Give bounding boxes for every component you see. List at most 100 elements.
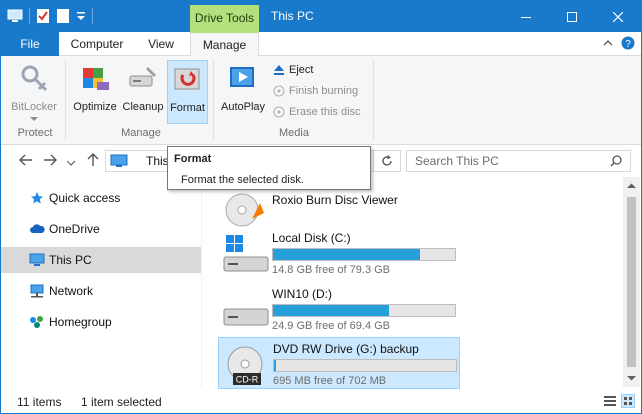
search-box[interactable]: Search This PC xyxy=(406,150,631,172)
ribbon-group-divider xyxy=(373,60,374,140)
nav-item-network[interactable]: Network xyxy=(1,278,201,304)
tab-view[interactable]: View xyxy=(135,32,187,56)
bitlocker-button[interactable]: BitLocker xyxy=(7,60,61,124)
nav-item-label: Quick access xyxy=(49,191,121,205)
erase-disc-icon xyxy=(273,106,285,118)
autoplay-label: AutoPlay xyxy=(220,101,266,113)
maximize-button[interactable] xyxy=(549,1,595,32)
cleanup-label: Cleanup xyxy=(122,101,164,113)
drive-free-space: 24.9 GB free of 69.4 GB xyxy=(272,320,391,332)
nav-item-this-pc[interactable]: This PC xyxy=(1,247,201,273)
forward-button[interactable] xyxy=(43,153,57,169)
collapse-ribbon-icon[interactable] xyxy=(603,39,613,47)
drive-usage-bar xyxy=(272,248,456,261)
this-pc-icon[interactable] xyxy=(7,9,23,23)
nav-item-onedrive[interactable]: OneDrive xyxy=(1,216,201,242)
computer-icon xyxy=(29,252,45,268)
tiles-view-icon[interactable] xyxy=(621,394,635,408)
ribbon-controls: ? xyxy=(603,36,635,50)
tooltip-title: Format xyxy=(174,153,212,165)
group-label-protect: Protect xyxy=(17,127,53,139)
close-icon xyxy=(613,11,623,22)
help-icon[interactable]: ? xyxy=(621,36,635,50)
details-view-icon[interactable] xyxy=(603,394,617,408)
properties-icon[interactable] xyxy=(36,8,50,24)
eject-button[interactable]: Eject xyxy=(273,60,313,80)
this-pc-icon xyxy=(110,154,128,167)
close-button[interactable] xyxy=(595,1,641,32)
drive-item-win10-d[interactable]: WIN10 (D:) 24.9 GB free of 69.4 GB xyxy=(218,283,460,335)
optimize-label: Optimize xyxy=(73,101,117,113)
refresh-button[interactable] xyxy=(373,150,401,172)
erase-disc-button[interactable]: Erase this disc xyxy=(273,102,361,122)
customize-dropdown-icon[interactable] xyxy=(76,11,86,21)
drive-name: DVD RW Drive (G:) backup xyxy=(273,342,419,356)
star-icon xyxy=(29,190,45,206)
drive-usage-fill xyxy=(273,249,421,260)
up-button[interactable] xyxy=(87,153,99,170)
ribbon-tabs: File Computer View Manage ? xyxy=(1,32,641,57)
format-button[interactable]: Format xyxy=(167,60,208,124)
cd-r-disc-icon: CD-R xyxy=(227,346,263,385)
drive-usage-bar xyxy=(273,359,457,372)
nav-item-label: Network xyxy=(49,284,94,298)
optimize-button[interactable]: Optimize xyxy=(71,60,119,124)
search-icon xyxy=(610,155,622,167)
ribbon: BitLocker Optimize Cleanup Format AutoPl… xyxy=(1,56,641,145)
chevron-down-icon xyxy=(66,160,76,166)
toolbar-divider xyxy=(92,8,93,24)
format-label: Format xyxy=(170,102,205,114)
search-placeholder: Search This PC xyxy=(415,154,499,168)
explorer-window: Drive Tools This PC File Computer View M… xyxy=(0,0,642,414)
nav-item-label: OneDrive xyxy=(49,222,100,236)
tooltip-description: Format the selected disk. xyxy=(181,174,304,186)
drive-usage-bar xyxy=(272,304,456,317)
toolbar-divider xyxy=(29,8,30,24)
autoplay-button[interactable]: AutoPlay xyxy=(218,60,268,124)
bitlocker-key-icon xyxy=(21,65,48,92)
scrollbar-thumb[interactable] xyxy=(627,197,636,367)
group-label-media: Media xyxy=(279,127,309,139)
refresh-icon xyxy=(382,155,392,166)
drive-free-space: 14.8 GB free of 79.3 GB xyxy=(272,264,391,276)
recent-locations-button[interactable] xyxy=(66,153,76,169)
hard-drive-icon xyxy=(223,308,269,326)
scroll-up-icon[interactable] xyxy=(627,183,636,189)
homegroup-icon xyxy=(29,314,45,330)
maximize-icon xyxy=(567,11,577,22)
autoplay-icon xyxy=(230,67,254,87)
back-arrow-icon xyxy=(19,154,32,166)
status-item-count: 11 items xyxy=(17,395,62,409)
ribbon-group-divider xyxy=(213,60,214,140)
bitlocker-dropdown-icon xyxy=(30,117,38,121)
new-folder-icon[interactable] xyxy=(56,8,70,24)
drive-item-dvd-rw-g[interactable]: CD-R DVD RW Drive (G:) backup 695 MB fre… xyxy=(218,337,460,389)
drive-item-local-disk-c[interactable]: Local Disk (C:) 14.8 GB free of 79.3 GB xyxy=(218,227,460,279)
erase-disc-label: Erase this disc xyxy=(289,106,361,118)
vertical-scrollbar[interactable] xyxy=(623,177,640,387)
status-bar: 11 items 1 item selected xyxy=(1,391,641,413)
tab-manage[interactable]: Manage xyxy=(190,32,259,57)
drive-free-space: 695 MB free of 702 MB xyxy=(273,375,387,387)
finish-burning-button[interactable]: Finish burning xyxy=(273,81,358,101)
minimize-icon xyxy=(521,16,531,18)
nav-item-label: Homegroup xyxy=(49,315,112,329)
finish-burning-label: Finish burning xyxy=(289,85,359,97)
svg-text:?: ? xyxy=(625,39,631,50)
status-selection: 1 item selected xyxy=(81,395,162,409)
tab-computer[interactable]: Computer xyxy=(63,32,131,56)
scroll-down-icon[interactable] xyxy=(627,375,636,381)
optimize-icon xyxy=(83,68,109,90)
quick-access-toolbar xyxy=(7,8,93,24)
tab-file[interactable]: File xyxy=(1,32,59,56)
bitlocker-label: BitLocker xyxy=(11,101,57,113)
format-icon xyxy=(174,68,199,90)
view-switcher xyxy=(603,394,635,408)
cleanup-button[interactable]: Cleanup xyxy=(121,60,165,124)
ribbon-group-divider xyxy=(65,60,66,140)
drive-usage-fill xyxy=(274,360,276,371)
back-button[interactable] xyxy=(19,153,33,169)
minimize-button[interactable] xyxy=(503,1,549,32)
nav-item-homegroup[interactable]: Homegroup xyxy=(1,309,201,335)
eject-label: Eject xyxy=(289,64,314,76)
